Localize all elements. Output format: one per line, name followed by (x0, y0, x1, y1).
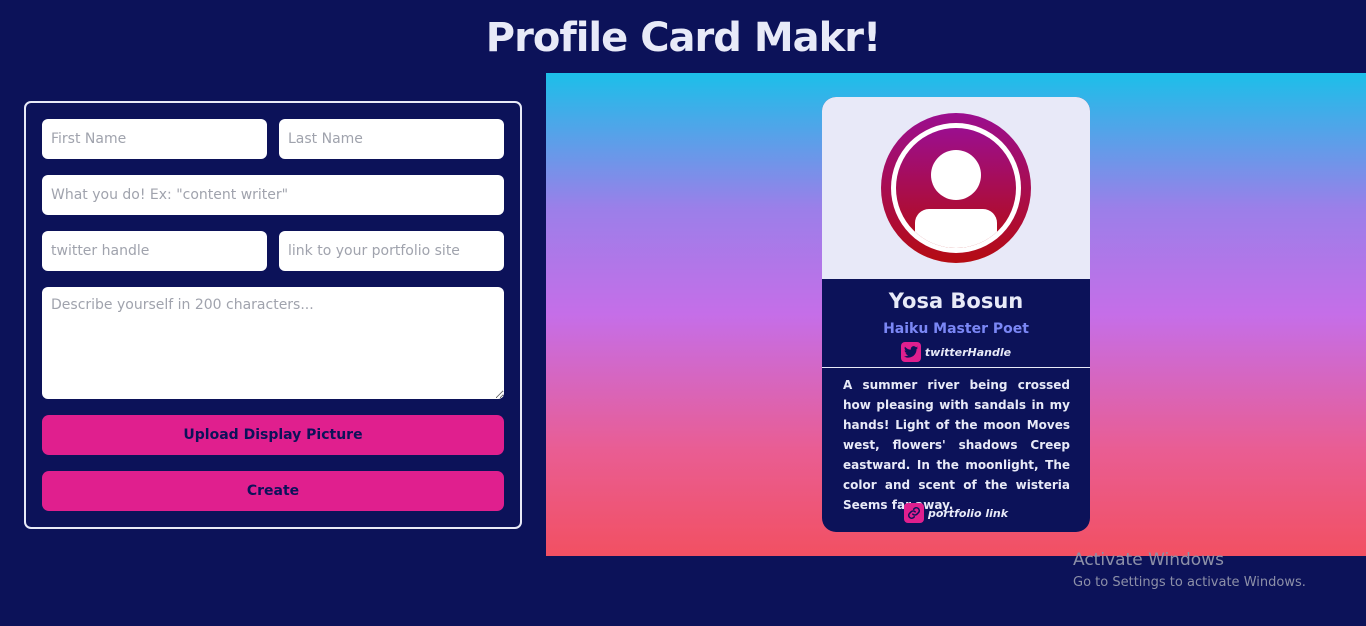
create-button[interactable]: Create (42, 471, 504, 511)
portfolio-link-text: portfolio link (927, 506, 1009, 520)
card-bio: A summer river being crossed how pleasin… (843, 378, 1070, 512)
link-icon (903, 503, 924, 523)
twitter-handle-text: twitterHandle (924, 345, 1012, 359)
twitter-handle-input[interactable] (42, 231, 267, 271)
activate-windows-subtitle: Go to Settings to activate Windows. (1073, 575, 1306, 590)
card-portfolio-link[interactable]: portfolio link (822, 503, 1090, 523)
profile-form: Upload Display Picture Create (24, 101, 522, 529)
card-preview-area: Yosa Bosun Haiku Master Poet twitterHand… (546, 73, 1366, 556)
twitter-icon (900, 342, 921, 362)
profile-card: Yosa Bosun Haiku Master Poet twitterHand… (822, 97, 1090, 532)
last-name-input[interactable] (279, 119, 504, 159)
card-header (822, 97, 1090, 279)
bio-textarea[interactable] (42, 287, 504, 399)
card-role: Haiku Master Poet (883, 321, 1029, 337)
page-title: Profile Card Makr! (485, 15, 881, 61)
activate-windows-title: Activate Windows (1073, 550, 1224, 570)
card-twitter-link[interactable]: twitterHandle (822, 342, 1090, 362)
card-name: Yosa Bosun (888, 289, 1024, 313)
portfolio-link-input[interactable] (279, 231, 504, 271)
role-input[interactable] (42, 175, 504, 215)
card-divider (822, 367, 1090, 368)
user-avatar-icon (881, 113, 1031, 263)
first-name-input[interactable] (42, 119, 267, 159)
upload-picture-button[interactable]: Upload Display Picture (42, 415, 504, 455)
